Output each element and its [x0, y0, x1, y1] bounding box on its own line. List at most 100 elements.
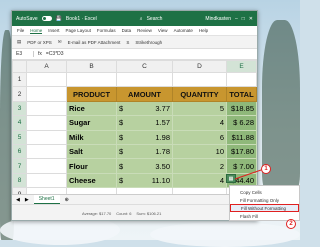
total-cell[interactable]: $18.85 — [226, 100, 257, 117]
total-cell[interactable]: $17.80 — [226, 143, 257, 160]
cell[interactable] — [172, 71, 227, 88]
menu-bar: File Home Insert Page Layout Formulas Da… — [12, 26, 257, 36]
table-row: 3 Rice $3.77 5 $18.85 — [12, 100, 257, 117]
header-product[interactable]: PRODUCT — [66, 86, 117, 102]
row-header[interactable]: 3 — [12, 100, 27, 117]
amount-cell[interactable]: $11.10 — [116, 172, 173, 189]
cell[interactable] — [26, 129, 67, 145]
select-all-corner[interactable] — [12, 60, 27, 73]
cell[interactable] — [26, 172, 67, 189]
quantity-cell[interactable]: 5 — [172, 100, 227, 117]
header-quantity[interactable]: QUANTITY — [172, 86, 227, 102]
menu-view[interactable]: View — [158, 28, 168, 33]
formula-input[interactable]: =C3*D3 — [46, 51, 64, 57]
menu-help[interactable]: Help — [199, 28, 208, 33]
amount-cell[interactable]: $1.57 — [116, 115, 173, 131]
column-header[interactable]: C — [116, 60, 173, 73]
autosave-label: AutoSave — [16, 15, 38, 22]
excel-window: AutoSave 💾 Book1 · Excel ⌕ Search Mindka… — [11, 10, 258, 221]
table-header-row: 2 PRODUCT AMOUNT QUANTITY TOTAL — [12, 86, 257, 102]
minimize-icon[interactable]: – — [235, 16, 238, 22]
cell[interactable] — [26, 86, 67, 102]
pdf-xps-button[interactable]: PDF or XPS — [27, 40, 52, 45]
quantity-cell[interactable]: 4 — [172, 172, 227, 189]
menu-file[interactable]: File — [17, 28, 24, 33]
status-sum: Sum: $106.21 — [136, 211, 162, 216]
table-row: 5 Milk $1.98 6 $11.88 — [12, 129, 257, 145]
header-amount[interactable]: AMOUNT — [116, 86, 173, 102]
product-cell[interactable]: Milk — [66, 129, 117, 145]
column-header[interactable]: A — [26, 60, 67, 73]
autosave-toggle[interactable] — [41, 16, 52, 21]
row-header[interactable]: 2 — [12, 86, 27, 102]
amount-cell[interactable]: $3.77 — [116, 100, 173, 117]
cell[interactable] — [116, 71, 173, 88]
column-header[interactable]: E — [226, 60, 257, 73]
strikethrough-button[interactable]: Strikethrough — [135, 40, 162, 45]
search-icon[interactable]: ⌕ — [140, 16, 143, 22]
menu-fill-without-formatting[interactable]: Fill Without Formatting — [230, 204, 299, 212]
strikethrough-icon: S — [126, 39, 130, 45]
close-icon[interactable]: ✕ — [249, 16, 253, 22]
name-box[interactable]: E3 — [16, 51, 34, 57]
menu-automate[interactable]: Automate — [174, 28, 193, 33]
formula-bar: E3 fx =C3*D3 — [12, 49, 257, 60]
prev-sheet-icon[interactable]: ◀ — [16, 197, 20, 203]
callout-pointer — [234, 169, 262, 180]
amount-cell[interactable]: $1.78 — [116, 143, 173, 160]
row-header[interactable]: 8 — [12, 172, 27, 189]
cell[interactable] — [66, 71, 117, 88]
save-icon[interactable]: 💾 — [56, 16, 62, 22]
menu-page-layout[interactable]: Page Layout — [66, 28, 91, 33]
quantity-cell[interactable]: 6 — [172, 129, 227, 145]
total-cell[interactable]: $ 6.28 — [226, 115, 257, 131]
quantity-cell[interactable]: 10 — [172, 143, 227, 160]
amount-cell[interactable]: $3.50 — [116, 158, 173, 174]
table-row: 8 Cheese $11.10 4 $44.40 — [12, 172, 257, 189]
column-header[interactable]: B — [66, 60, 117, 73]
header-total[interactable]: TOTAL — [226, 86, 257, 102]
cell[interactable] — [26, 100, 67, 117]
callout-marker: 2 — [286, 219, 296, 229]
currency-symbol: $ — [119, 118, 124, 128]
next-sheet-icon[interactable]: ▶ — [25, 197, 29, 203]
menu-review[interactable]: Review — [137, 28, 152, 33]
product-cell[interactable]: Flour — [66, 158, 117, 174]
quantity-cell[interactable]: 4 — [172, 115, 227, 131]
row-header[interactable]: 6 — [12, 143, 27, 160]
snow-mound — [150, 222, 300, 247]
menu-fill-formatting-only[interactable]: Fill Formatting Only — [230, 196, 299, 204]
cell[interactable] — [26, 71, 67, 88]
menu-formulas[interactable]: Formulas — [97, 28, 116, 33]
maximize-icon[interactable]: □ — [242, 16, 245, 22]
add-sheet-icon[interactable]: ⊕ — [65, 197, 69, 203]
currency-symbol: $ — [119, 161, 124, 171]
menu-insert[interactable]: Insert — [48, 28, 59, 33]
cell[interactable] — [26, 143, 67, 160]
product-cell[interactable]: Rice — [66, 100, 117, 117]
menu-home[interactable]: Home — [30, 28, 43, 34]
cell[interactable] — [26, 115, 67, 131]
menu-copy-cells[interactable]: Copy Cells — [230, 188, 299, 196]
column-header[interactable]: D — [172, 60, 227, 73]
currency-symbol: $ — [119, 147, 124, 157]
row-header[interactable]: 7 — [12, 158, 27, 174]
product-cell[interactable]: Cheese — [66, 172, 117, 189]
menu-data[interactable]: Data — [122, 28, 132, 33]
row-header[interactable]: 1 — [12, 71, 27, 88]
user-name[interactable]: Mindkasten — [205, 16, 231, 22]
product-cell[interactable]: Sugar — [66, 115, 117, 131]
email-pdf-button[interactable]: E-mail as PDF Attachment — [68, 40, 121, 45]
total-cell[interactable]: $11.88 — [226, 129, 257, 145]
search-box[interactable]: Search — [147, 16, 163, 22]
cell[interactable] — [26, 158, 67, 174]
row-header[interactable]: 5 — [12, 129, 27, 145]
quantity-cell[interactable]: 2 — [172, 158, 227, 174]
row-header[interactable]: 4 — [12, 115, 27, 131]
cell[interactable] — [226, 71, 257, 88]
fx-icon[interactable]: fx — [38, 51, 42, 57]
sheet-tab[interactable]: Sheet1 — [33, 195, 60, 204]
product-cell[interactable]: Salt — [66, 143, 117, 160]
amount-cell[interactable]: $1.98 — [116, 129, 173, 145]
amount-value: 1.57 — [155, 118, 170, 128]
